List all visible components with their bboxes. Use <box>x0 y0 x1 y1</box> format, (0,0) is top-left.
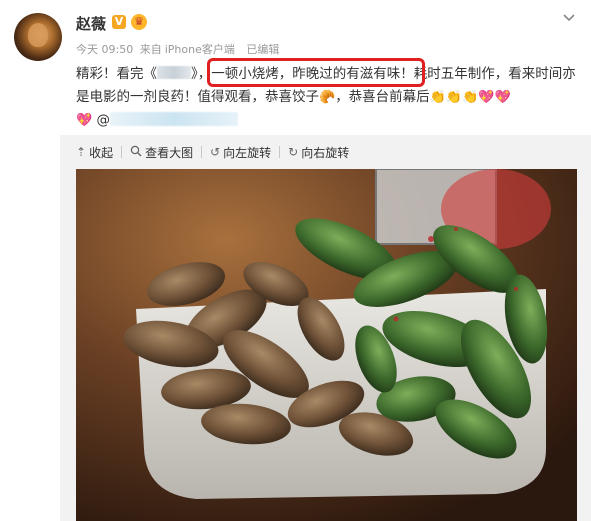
source-prefix: 来自 <box>139 43 162 56</box>
rotate-right-icon: ↻ <box>288 145 299 159</box>
view-large-label: 查看大图 <box>145 145 194 160</box>
heart-emoji-icon: 💖 <box>478 90 495 105</box>
post-photo[interactable] <box>76 169 577 521</box>
highlight-box <box>207 58 425 87</box>
edited-label[interactable]: 已编辑 <box>246 43 279 56</box>
post-time[interactable]: 今天 09:50 <box>76 43 133 56</box>
chevron-down-icon[interactable] <box>562 11 576 25</box>
food-photo-illustration <box>76 169 577 521</box>
mention-prefix[interactable]: @ <box>96 112 110 128</box>
collapse-label: 收起 <box>89 145 114 160</box>
clap-emoji-icon: 👏 <box>445 90 463 105</box>
source-device[interactable]: iPhone客户端 <box>165 43 235 56</box>
heart-emoji-icon: 💖 <box>494 90 511 105</box>
heart-emoji-icon: 💖 <box>76 113 93 128</box>
verified-badge-icon[interactable]: V <box>112 15 126 29</box>
text-part1: 精彩！看完《 <box>76 66 157 82</box>
clap-emoji-icon: 👏 <box>462 90 479 105</box>
magnifier-icon <box>130 145 142 160</box>
rotate-left-label: 向左旋转 <box>223 145 272 160</box>
vip-crown-icon[interactable]: ♛ <box>131 14 147 30</box>
croissant-emoji-icon: 🥐 <box>319 90 336 105</box>
rotate-left-icon: ↺ <box>210 145 221 159</box>
clap-emoji-icon: 👏 <box>429 90 446 105</box>
weibo-post: 赵薇 V ♛ 今天 09:50 来自 iPhone客户端 已编辑 精彩！看完《 》，… <box>0 0 591 521</box>
rotate-left-button[interactable]: ↺ 向左旋转 <box>210 144 271 161</box>
view-large-button[interactable]: 查看大图 <box>130 144 193 161</box>
avatar[interactable] <box>14 13 62 61</box>
rotate-right-button[interactable]: ↻ 向右旋转 <box>288 144 349 161</box>
username[interactable]: 赵薇 <box>76 13 106 34</box>
toolbar-divider <box>279 146 281 158</box>
toolbar-divider <box>201 146 203 158</box>
collapse-button[interactable]: ⇡ 收起 <box>76 144 113 161</box>
text-part4: ，恭喜台前幕后 <box>335 89 430 105</box>
avatar-face <box>28 23 48 47</box>
blurred-title <box>157 66 191 79</box>
post-meta: 今天 09:50 来自 iPhone客户端 已编辑 <box>76 41 282 57</box>
rotate-right-label: 向右旋转 <box>301 145 350 160</box>
toolbar-divider <box>121 146 123 158</box>
blurred-mention[interactable] <box>109 112 238 126</box>
image-toolbar: ⇡ 收起 查看大图 ↺ 向左旋转 ↻ 向右旋转 <box>76 143 349 161</box>
arrow-up-icon: ⇡ <box>76 145 87 159</box>
